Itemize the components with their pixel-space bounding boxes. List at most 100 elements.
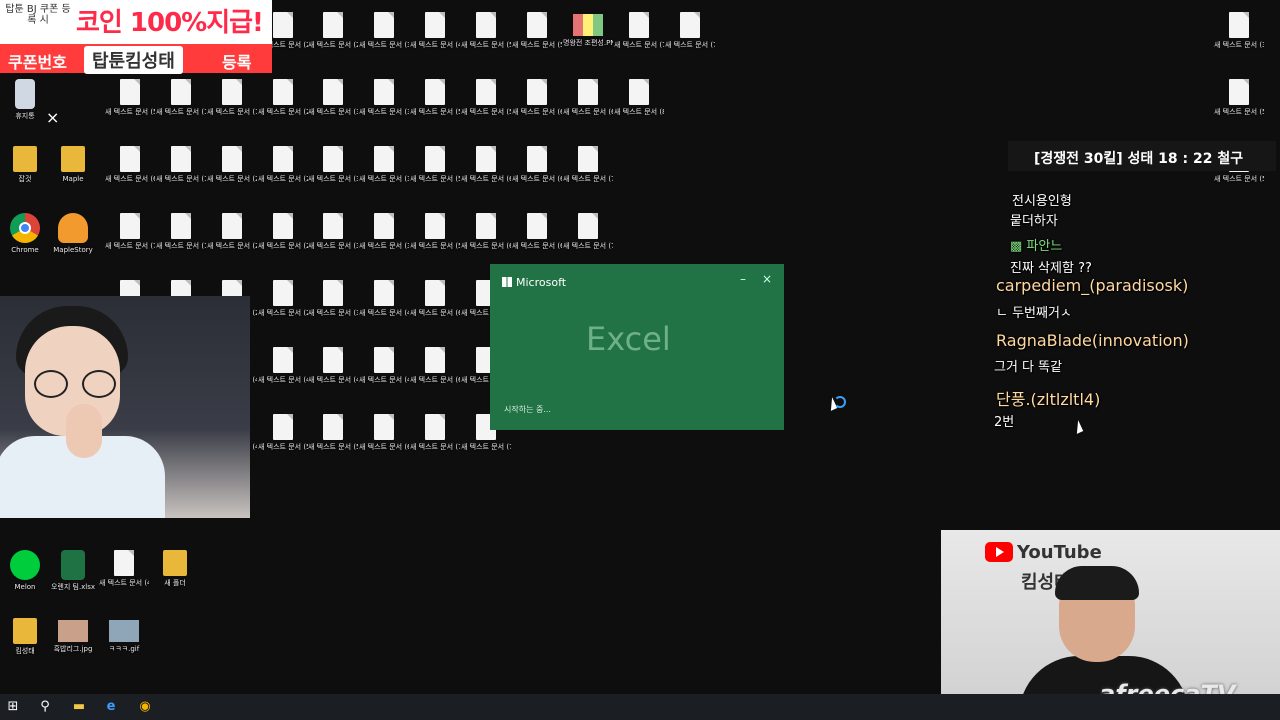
overlay-close-icon[interactable]: × [46, 108, 59, 127]
desktop-icon[interactable]: 새 텍스트 문서 (59).txt [410, 213, 460, 251]
desktop-icon[interactable]: Melon [0, 550, 50, 592]
minimize-button[interactable]: – [740, 272, 746, 286]
desktop-icon[interactable]: 새 텍스트 문서 (17).txt [156, 146, 206, 184]
desktop-icon[interactable]: 새 텍스트 문서 (27).txt [258, 213, 308, 251]
desktop-icon[interactable]: 새 텍스트 문서 (22).txt [207, 213, 257, 251]
microsoft-label: Microsoft [516, 276, 567, 289]
desktop-icon[interactable]: 새 텍스트 문서 (33).txt [308, 280, 358, 318]
desktop-icon[interactable]: 새 텍스트 문서 (73).txt [563, 213, 613, 251]
desktop-icon[interactable]: 새 텍스트 문서 (45).txt [308, 347, 358, 385]
desktop-icon-label: 새 텍스트 문서 (58).txt [410, 175, 460, 183]
desktop-icon[interactable]: 새 텍스트 문서 (66).txt [461, 213, 511, 251]
desktop-icon[interactable]: 새 텍스트 문서 (40).txt [359, 280, 409, 318]
desktop-icon-label: 새 텍스트 문서 (53).txt [512, 41, 562, 49]
coupon-code: 탑툰킴성태 [84, 46, 183, 74]
desktop-icon[interactable]: 새 텍스트 문서 (50).txt [258, 414, 308, 452]
desktop-icon[interactable]: 휴지통 [0, 79, 50, 121]
desktop-icon[interactable]: 새 텍스트 문서 (81).txt [614, 79, 664, 117]
desktop-icon[interactable]: Chrome [0, 213, 50, 255]
microsoft-logo-icon [502, 277, 512, 287]
desktop-icon[interactable]: 새 텍스트 문서 (53).txt [512, 12, 562, 50]
desktop-icon[interactable]: 새 텍스트 문서 (78).txt [665, 12, 715, 50]
internet-explorer-icon[interactable]: e [100, 697, 122, 717]
desktop-icon[interactable]: 새 텍스트 문서 (43).txt [410, 12, 460, 50]
search-icon[interactable]: ⚲ [34, 697, 56, 717]
desktop-icon[interactable]: 새 텍스트 문서 (70).txt [563, 146, 613, 184]
desktop-icon[interactable]: 새 텍스트 문서 (69).txt [512, 213, 562, 251]
desktop-icon[interactable]: 새 텍스트 문서 (26).txt [258, 146, 308, 184]
desktop-icon[interactable]: 새 텍스트 문서 (39).txt [359, 213, 409, 251]
chat-username: RagnaBlade(innovation) [996, 331, 1189, 350]
desktop-icon[interactable]: 새 텍스트 문서 (32).txt [308, 213, 358, 251]
desktop-icon-label: 새 텍스트 문서 (19).txt [156, 242, 206, 250]
desktop-icon[interactable]: Maple [48, 146, 98, 184]
desktop-icon[interactable]: 새 텍스트 문서 (62).txt [359, 414, 409, 452]
desktop-icon[interactable]: 새 텍스트 문서 (44).txt [258, 347, 308, 385]
desktop-icon[interactable]: 새 텍스트 문서 (68).txt [563, 79, 613, 117]
desktop-icon[interactable]: 명왕전 조편성.PNG [563, 12, 613, 48]
desktop-icon[interactable]: 새 텍스트 문서 (77).txt [410, 414, 460, 452]
desktop-icon[interactable]: 새 텍스트 문서 (6).txt [105, 146, 155, 184]
text-file-icon [374, 347, 394, 373]
close-button[interactable]: × [762, 272, 772, 286]
desktop-icon-label: 새 텍스트 문서 (78).txt [665, 41, 715, 49]
desktop-icon[interactable]: 새 텍스트 문서 (63).txt [410, 347, 460, 385]
chrome-taskbar-icon[interactable]: ◉ [134, 697, 156, 717]
desktop-icon-label: 새 텍스트 문서 (47).txt [99, 579, 149, 587]
desktop-icon[interactable]: 새 텍스트 문서 (29).txt [308, 12, 358, 50]
desktop-icon[interactable]: 새 폴더 [150, 550, 200, 588]
desktop-icon[interactable]: MapleStory [48, 213, 98, 255]
desktop-icon[interactable]: 새 텍스트 문서 (5).txt [105, 79, 155, 117]
desktop-icon-label: 새 텍스트 문서 (29).txt [308, 41, 358, 49]
coupon-register-button[interactable]: 등록 [222, 49, 251, 73]
excel-file-icon [61, 550, 85, 580]
desktop-icon[interactable]: 새 텍스트 문서 (57).txt [1214, 79, 1264, 117]
desktop-icon[interactable]: 새 텍스트 문서 (47).txt [99, 550, 149, 588]
desktop-icon[interactable]: 새 텍스트 문서 (19).txt [156, 213, 206, 251]
desktop-icon[interactable]: 새 텍스트 문서 (64).txt [512, 79, 562, 117]
coupon-banner[interactable]: 탑툰 BJ 쿠폰 등록 시 코인 100%지급! 쿠폰번호 탑툰킴성태 등록 [0, 0, 272, 74]
desktop-icon[interactable]: 새 텍스트 문서 (14).txt [156, 79, 206, 117]
desktop-icon[interactable]: 킴성태 [0, 618, 50, 656]
desktop-icon[interactable]: 새 텍스트 문서 (21).txt [207, 146, 257, 184]
start-button[interactable]: ⊞ [2, 697, 24, 717]
desktop-icon-label: 새 텍스트 문서 (44).txt [258, 376, 308, 384]
desktop-icon[interactable]: 새 텍스트 문서 (61).txt [410, 280, 460, 318]
desktop-icon[interactable]: 새 텍스트 문서 (28).txt [258, 280, 308, 318]
desktop-icon-label: 새 텍스트 문서 (55).txt [1214, 175, 1264, 183]
webcam-figure-hand [66, 404, 102, 458]
desktop-icon[interactable]: 새 텍스트 문서 (7).txt [105, 213, 155, 251]
text-file-icon [323, 146, 343, 172]
desktop-icon[interactable]: 흑밥리그.jpg [48, 618, 98, 654]
file-explorer-icon[interactable]: ▬ [68, 697, 90, 717]
desktop-icon[interactable]: 새 텍스트 문서 (52).txt [461, 12, 511, 50]
desktop-icon[interactable]: 잡것 [0, 146, 50, 184]
desktop-icon[interactable]: 새 텍스트 문서 (56).txt [461, 79, 511, 117]
desktop-icon[interactable]: 새 텍스트 문서 (31).txt [308, 146, 358, 184]
desktop-icon[interactable]: 새 텍스트 문서 (38).txt [359, 146, 409, 184]
desktop-icon-label: 새 텍스트 문서 (34).txt [1214, 41, 1264, 49]
desktop-icon[interactable]: 새 텍스트 문서 (60).txt [461, 146, 511, 184]
desktop-icon[interactable]: ㅋㅋㅋ.gif [99, 618, 149, 654]
text-file-icon [476, 79, 496, 105]
desktop-icon[interactable]: 새 텍스트 문서 (25).txt [258, 79, 308, 117]
text-file-icon [171, 213, 191, 239]
desktop-icon[interactable]: 새 텍스트 문서 (58).txt [410, 146, 460, 184]
desktop-icon-label: 새 텍스트 문서 (26).txt [258, 175, 308, 183]
desktop-icon[interactable]: 새 텍스트 문서 (18).txt [207, 79, 257, 117]
desktop-icon[interactable]: 새 텍스트 문서 (54).txt [308, 414, 358, 452]
desktop-icon[interactable]: 새 텍스트 문서 (30).txt [308, 79, 358, 117]
jpg-thumbnail-icon [58, 620, 88, 642]
desktop-icon[interactable]: 새 텍스트 문서 (48).txt [359, 347, 409, 385]
desktop-icon-label: 새 텍스트 문서 (48).txt [359, 376, 409, 384]
text-file-icon [120, 146, 140, 172]
desktop-icon[interactable]: 새 텍스트 문서 (37).txt [359, 79, 409, 117]
desktop-icon[interactable]: 오렌지 팀.xlsx [48, 550, 98, 592]
desktop-icon[interactable]: 새 텍스트 문서 (36).txt [359, 12, 409, 50]
desktop-icon[interactable]: 새 텍스트 문서 (65).txt [512, 146, 562, 184]
text-file-icon [374, 213, 394, 239]
desktop-icon-label: 새 텍스트 문서 (5).txt [105, 108, 155, 116]
desktop-icon[interactable]: 새 텍스트 문서 (51).txt [410, 79, 460, 117]
desktop-icon[interactable]: 새 텍스트 문서 (34).txt [1214, 12, 1264, 50]
desktop-icon[interactable]: 새 텍스트 문서 (76).txt [614, 12, 664, 50]
